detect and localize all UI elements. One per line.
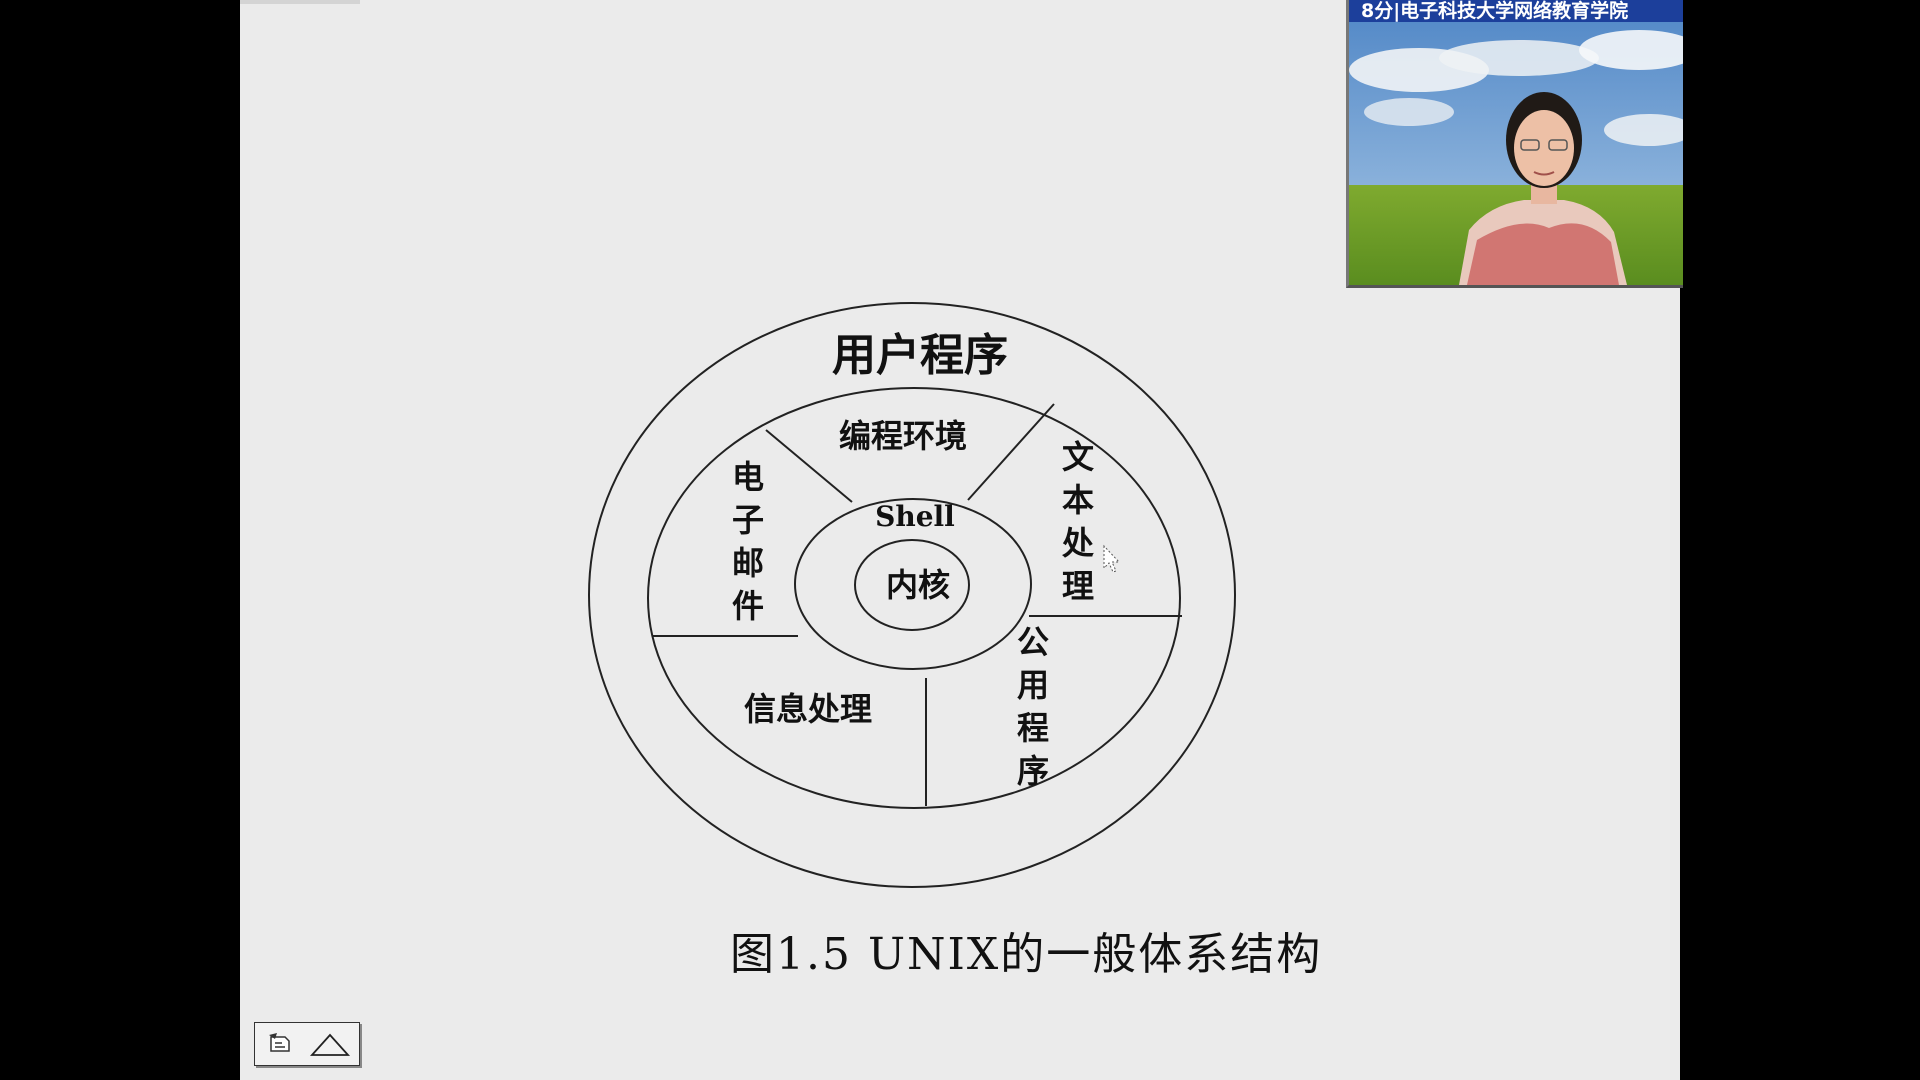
presenter-video: 8分|电子科技大学网络教育学院 <box>1346 0 1683 288</box>
divider-top-right <box>967 403 1055 501</box>
svg-text:序: 序 <box>1017 752 1049 790</box>
label-programming-env: 编程环境 <box>839 417 967 455</box>
diagram-svg: 用户程序 编程环境 Shell 内核 信息处理 电 子 邮 件 文 本 处 理 … <box>588 302 1236 888</box>
svg-text:程: 程 <box>1017 709 1049 747</box>
svg-text:处: 处 <box>1061 524 1094 562</box>
label-shell: Shell <box>875 500 955 533</box>
svg-text:文: 文 <box>1062 438 1094 476</box>
triangle-up-icon[interactable] <box>305 1024 355 1064</box>
label-user-programs: 用户程序 <box>832 330 1008 381</box>
svg-text:子: 子 <box>732 501 764 539</box>
svg-text:公: 公 <box>1017 623 1049 661</box>
label-utilities: 公 用 程 序 <box>1017 623 1049 790</box>
svg-text:件: 件 <box>732 587 764 625</box>
figure-caption: 图1.5 UNIX的一般体系结构 <box>730 929 1323 980</box>
svg-text:电: 电 <box>732 458 764 496</box>
slide-navigation <box>254 1022 360 1066</box>
svg-text:邮: 邮 <box>732 544 764 582</box>
svg-text:用: 用 <box>1017 666 1049 704</box>
presenter-video-frame <box>1349 0 1683 285</box>
svg-text:本: 本 <box>1062 481 1094 519</box>
unix-architecture-diagram: 用户程序 编程环境 Shell 内核 信息处理 电 子 邮 件 文 本 处 理 … <box>570 290 1260 910</box>
mouse-cursor-icon <box>1103 544 1121 573</box>
svg-text:理: 理 <box>1062 567 1094 605</box>
label-email: 电 子 邮 件 <box>732 458 764 625</box>
label-text-processing: 文 本 处 理 <box>1061 438 1094 605</box>
label-kernel: 内核 <box>886 566 950 604</box>
video-banner: 8分|电子科技大学网络教育学院 <box>1349 0 1683 22</box>
label-info-processing: 信息处理 <box>744 690 872 728</box>
slide-back-icon[interactable] <box>255 1024 305 1064</box>
slide-top-mark <box>240 0 360 4</box>
